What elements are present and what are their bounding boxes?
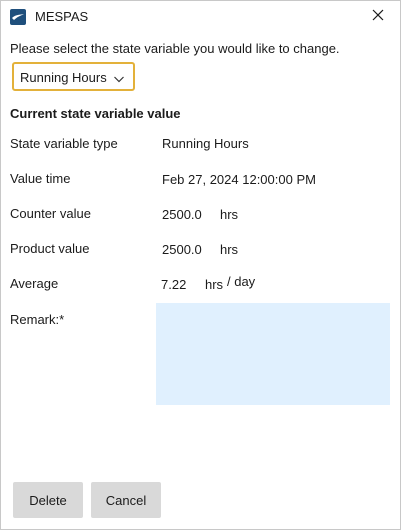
mespas-logo-icon	[10, 9, 26, 25]
close-button[interactable]	[356, 1, 400, 33]
counter-unit: hrs	[220, 207, 239, 222]
title-bar: MESPAS	[1, 1, 400, 33]
cancel-button[interactable]: Cancel	[91, 482, 161, 518]
counter-value: 2500.0	[162, 207, 202, 222]
average-value: 7.22	[161, 277, 187, 292]
time-label: Value time	[10, 171, 71, 186]
type-value: Running Hours	[162, 136, 249, 151]
type-label: State variable type	[10, 136, 118, 151]
window-title: MESPAS	[35, 9, 89, 24]
product-value: 2500.0	[162, 242, 202, 257]
average-label: Average	[10, 276, 59, 291]
selected-variable[interactable]: Running Hours	[20, 70, 107, 86]
dialog-window: MESPAS Please select the state variable …	[0, 0, 401, 530]
average-per-day: / day	[227, 274, 256, 289]
counter-label: Counter value	[10, 206, 91, 221]
instruction-text: Please select the state variable you wou…	[10, 41, 340, 56]
time-value: Feb 27, 2024 12:00:00 PM	[162, 172, 316, 187]
remark-label: Remark:*	[10, 312, 65, 327]
product-label: Product value	[10, 241, 90, 256]
delete-button[interactable]: Delete	[13, 482, 83, 518]
close-icon[interactable]	[372, 8, 384, 26]
state-variable-select[interactable]: Running Hours	[12, 62, 135, 91]
section-heading: Current state variable value	[10, 106, 181, 121]
remark-input[interactable]	[156, 303, 390, 405]
product-unit: hrs	[220, 242, 239, 257]
average-unit: hrs	[205, 277, 224, 292]
chevron-down-icon[interactable]	[113, 72, 125, 90]
